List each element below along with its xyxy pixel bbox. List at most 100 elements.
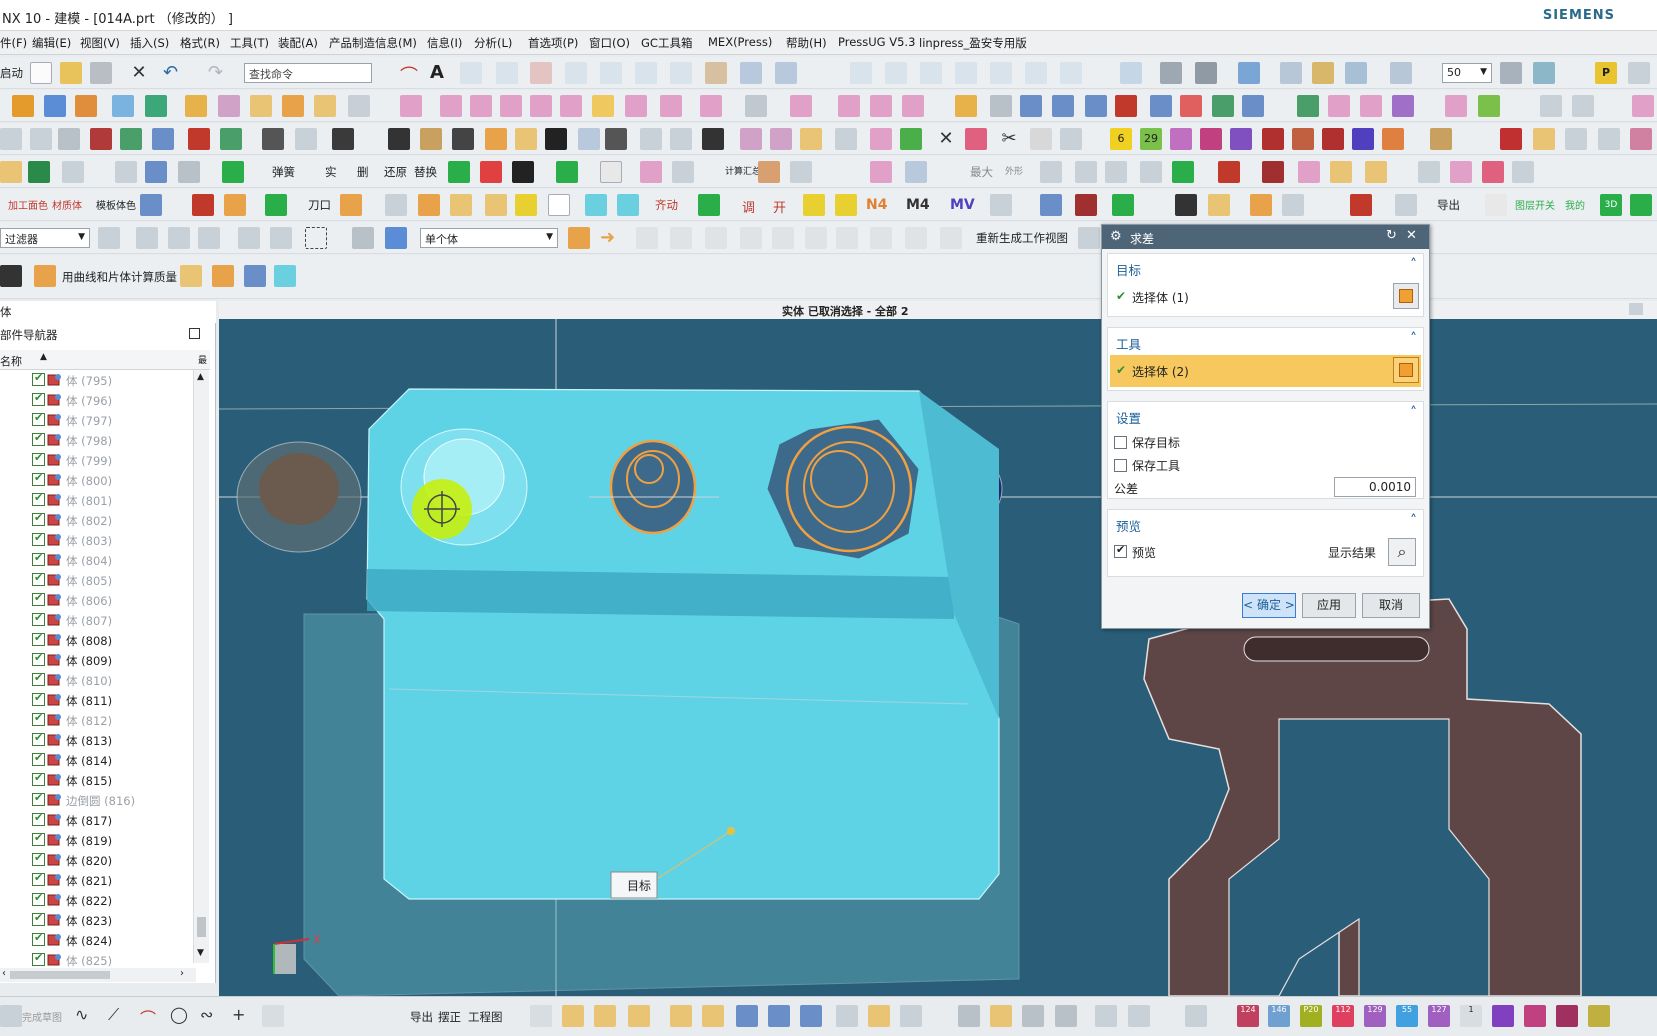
pink-icon[interactable] [1482,161,1504,183]
regen-view-label[interactable]: 重新生成工作视图 [976,230,1068,246]
wrench-icon[interactable] [420,128,442,150]
navigator-row[interactable]: 体 (803) [0,530,196,550]
navigator-row[interactable]: 体 (800) [0,470,196,490]
solid-yellow-icon[interactable] [1533,128,1555,150]
graphics-window[interactable]: 目标 X [219,319,1657,996]
replace-label[interactable]: 替换 [414,164,437,180]
badge-129-icon[interactable]: 129 [1364,1005,1386,1027]
preview-checkbox[interactable]: ✔ [1114,543,1127,558]
navigator-row[interactable]: 体 (806) [0,590,196,610]
badge-dark-icon[interactable] [1322,128,1344,150]
navigator-row[interactable]: 体 (799) [0,450,196,470]
intersect-curve-icon[interactable] [600,62,622,84]
navigator-row[interactable]: 体 (795) [0,370,196,390]
confirm-icon[interactable] [448,161,470,183]
dark-red-icon[interactable] [1262,161,1284,183]
wireframe-icon[interactable] [1195,62,1217,84]
perspective-icon[interactable] [1280,62,1302,84]
offset-face-icon[interactable] [790,95,812,117]
close-icon[interactable]: ✕ [128,62,150,84]
feed-icon[interactable] [1450,161,1472,183]
safety-icon[interactable] [1445,95,1467,117]
new-file-icon[interactable] [30,62,52,84]
adjust-label[interactable]: 调 [742,197,755,216]
visibility-checkbox[interactable] [32,711,45,726]
form-icon[interactable] [740,128,762,150]
monitor-icon[interactable] [1512,161,1534,183]
visibility-checkbox[interactable] [32,511,45,526]
cooling-icon[interactable] [1180,95,1202,117]
paste-icon[interactable] [0,161,22,183]
go-icon[interactable] [870,161,892,183]
menu-info[interactable]: 信息(I) [427,35,462,51]
polygon-icon[interactable] [1025,62,1047,84]
green-flag-icon[interactable] [222,161,244,183]
lock-icon[interactable] [385,194,407,216]
machining-face-label[interactable]: 加工面色 [8,197,48,212]
auto-label[interactable]: 齐动 [655,197,678,213]
mirror-icon[interactable] [440,95,462,117]
bridge-curve-icon[interactable] [635,62,657,84]
close-icon[interactable]: ✕ [1406,228,1417,243]
badge-211-icon[interactable] [1352,128,1374,150]
spring-label[interactable]: 弹簧 [272,164,295,180]
lamp-icon[interactable] [1250,194,1272,216]
mirror2-icon[interactable] [1040,194,1062,216]
target-select-row[interactable]: ✔ 选择体 (1) [1110,281,1421,313]
navigator-hscroll[interactable]: ‹ › [0,968,196,982]
cyan-block2-icon[interactable] [617,194,639,216]
menu-help[interactable]: 帮助(H) [786,35,827,51]
strip-icon[interactable] [262,128,284,150]
visibility-checkbox[interactable] [32,771,45,786]
keep-target-checkbox[interactable] [1114,436,1127,449]
snap-mid-icon[interactable] [670,227,692,249]
flag-icon[interactable] [900,128,922,150]
align-icon[interactable] [452,128,474,150]
move-handle-icon[interactable] [168,227,190,249]
scroll-down-icon[interactable]: ▼ [197,948,204,958]
draft-icon[interactable] [660,95,682,117]
view-f-icon[interactable] [702,1005,724,1027]
pattern-icon[interactable] [400,95,422,117]
display-icon[interactable] [672,161,694,183]
eraser-icon[interactable] [568,227,590,249]
rib-icon[interactable] [835,128,857,150]
pipe-icon[interactable] [145,161,167,183]
slot-cut-icon[interactable] [545,128,567,150]
stack2-icon[interactable] [1208,194,1230,216]
press-icon[interactable] [0,128,22,150]
reset-icon[interactable]: ↻ [1386,228,1397,243]
measure-icon[interactable] [990,95,1012,117]
material-body-label[interactable]: 材质体 [52,197,82,212]
visibility-checkbox[interactable] [32,491,45,506]
navigator-row[interactable]: 体 (796) [0,390,196,410]
hole-icon[interactable] [185,95,207,117]
scroll-right-icon[interactable]: › [180,968,184,979]
extrude-icon[interactable] [112,95,134,117]
view-s-icon[interactable] [1185,1005,1207,1027]
navigator-row[interactable]: 体 (815) [0,770,196,790]
app-icon[interactable] [1630,194,1652,216]
maximize-icon[interactable] [189,328,200,339]
section-view-icon[interactable] [1390,62,1412,84]
flange-icon[interactable] [800,128,822,150]
black-square-icon[interactable] [512,161,534,183]
grid-icon[interactable] [1630,128,1652,150]
menu-file[interactable]: 件(F) [0,35,27,51]
text-icon[interactable]: A [430,62,452,84]
badge-red-icon[interactable] [1262,128,1284,150]
grid-dots-icon[interactable] [1175,194,1197,216]
find-command-input[interactable]: 查找命令 [244,63,372,83]
view-e-icon[interactable] [670,1005,692,1027]
calc-summary-label[interactable]: 计算汇总 [725,164,761,177]
visibility-checkbox[interactable] [32,871,45,886]
visibility-checkbox[interactable] [32,611,45,626]
plus-icon[interactable] [1172,161,1194,183]
undo-icon[interactable]: ↶ [163,62,185,84]
pin-icon[interactable] [1085,95,1107,117]
tool-hex-nut[interactable] [766,418,920,560]
view-r-icon[interactable] [1128,1005,1150,1027]
plate3-icon[interactable] [450,194,472,216]
line-tool-icon[interactable]: ⟋ [108,1005,130,1027]
badge-181-icon[interactable] [1170,128,1192,150]
